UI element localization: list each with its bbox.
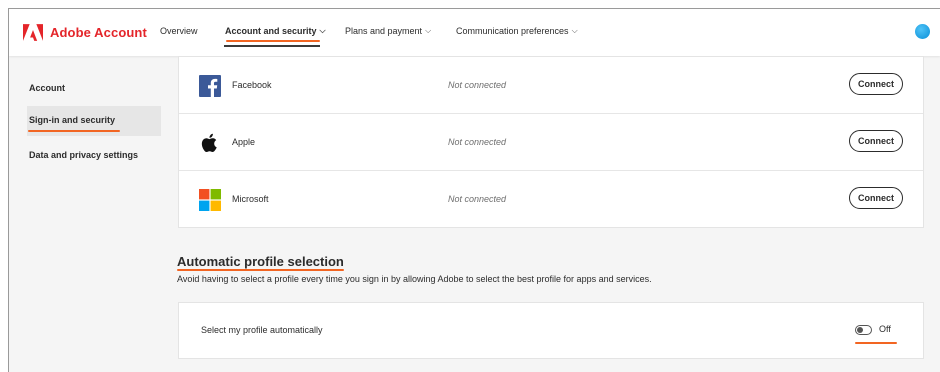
auto-profile-card: Select my profile automatically Off <box>178 302 924 359</box>
top-navigation-bar: Adobe Account Overview Account and secur… <box>9 9 940 56</box>
chevron-down-icon: ⌵ <box>571 26 578 35</box>
sidebar-item-sign-in-and-security[interactable]: Sign-in and security <box>29 115 115 125</box>
nav-account-and-security-label: Account and security <box>225 26 317 36</box>
microsoft-icon <box>199 189 221 211</box>
chevron-down-icon: ⌵ <box>319 26 326 35</box>
chevron-down-icon: ⌵ <box>425 26 432 35</box>
connection-name: Microsoft <box>232 194 269 204</box>
sidebar-item-account[interactable]: Account <box>29 83 65 93</box>
apple-icon <box>201 133 217 152</box>
auto-profile-toggle[interactable] <box>855 325 872 335</box>
annotation-underline <box>28 130 120 132</box>
connection-name: Apple <box>232 137 256 147</box>
facebook-icon <box>199 75 221 97</box>
auto-profile-setting-label: Select my profile automatically <box>201 325 323 335</box>
connection-row-microsoft: Microsoft Not connected Connect <box>179 171 923 228</box>
connection-status: Not connected <box>448 80 507 90</box>
avatar[interactable] <box>915 24 930 39</box>
toggle-state-label: Off <box>879 324 891 334</box>
connection-name: Facebook <box>232 80 272 90</box>
nav-account-and-security[interactable]: Account and security ⌵ <box>225 26 326 36</box>
sidebar: Account Sign-in and security Data and pr… <box>9 56 169 372</box>
sidebar-item-data-and-privacy[interactable]: Data and privacy settings <box>29 150 138 160</box>
connection-row-facebook: Facebook Not connected Connect <box>179 57 923 114</box>
connection-status: Not connected <box>448 137 507 147</box>
nav-overview[interactable]: Overview <box>160 26 198 36</box>
annotation-underline <box>226 40 320 42</box>
nav-plans-and-payment[interactable]: Plans and payment ⌵ <box>345 26 431 36</box>
brand-name: Adobe Account <box>50 25 147 40</box>
nav-communication-preferences[interactable]: Communication preferences ⌵ <box>456 26 578 36</box>
annotation-underline <box>855 342 897 344</box>
active-tab-indicator <box>224 45 320 47</box>
annotation-underline <box>177 269 344 271</box>
connect-microsoft-button[interactable]: Connect <box>849 187 903 209</box>
nav-overview-label: Overview <box>160 26 198 36</box>
social-connections-card: Facebook Not connected Connect Apple Not… <box>178 56 924 228</box>
brand[interactable]: Adobe Account <box>23 24 147 41</box>
nav-plans-and-payment-label: Plans and payment <box>345 26 423 36</box>
connect-apple-button[interactable]: Connect <box>849 130 903 152</box>
adobe-logo-icon <box>23 24 43 41</box>
nav-communication-preferences-label: Communication preferences <box>456 26 569 36</box>
section-description: Avoid having to select a profile every t… <box>177 274 652 284</box>
toggle-knob <box>857 327 863 333</box>
sidebar-item-label: Data and privacy settings <box>29 150 139 160</box>
connection-status: Not connected <box>448 194 507 204</box>
app-frame: Adobe Account Overview Account and secur… <box>8 8 940 372</box>
connect-facebook-button[interactable]: Connect <box>849 73 903 95</box>
sidebar-item-label: Sign-in and security <box>29 115 116 125</box>
connection-row-apple: Apple Not connected Connect <box>179 114 923 171</box>
section-title: Automatic profile selection <box>177 254 344 269</box>
sidebar-item-label: Account <box>29 83 65 93</box>
